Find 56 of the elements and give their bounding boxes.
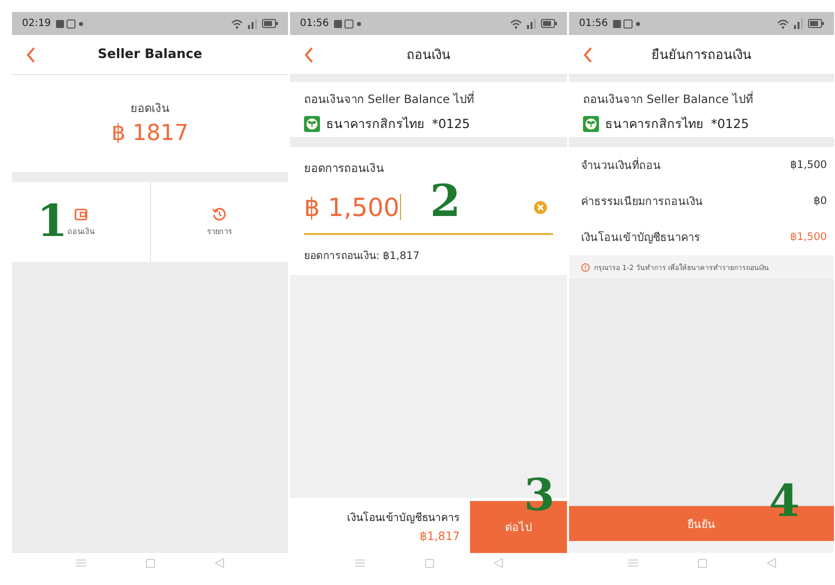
summary-value: ฿1,500 (790, 159, 827, 171)
step-number: 2 (430, 180, 461, 224)
menu-icon[interactable] (76, 559, 86, 567)
history-icon (212, 207, 226, 221)
info-icon (581, 262, 590, 272)
clear-icon[interactable] (534, 200, 547, 214)
available-amount: ยอดการถอนเงิน: ฿1,817 (304, 249, 421, 264)
summary-value: ฿1,500 (790, 231, 827, 243)
wifi-icon (510, 18, 522, 28)
back-icon[interactable] (304, 47, 314, 63)
notification-icons (334, 18, 362, 28)
back-icon[interactable] (26, 47, 36, 63)
back-triangle-icon[interactable] (766, 558, 776, 568)
back-icon[interactable] (583, 47, 593, 63)
bank-logo-icon (304, 116, 320, 132)
screen-title: ยืนยันการถอนเงิน (652, 47, 752, 65)
menu-icon[interactable] (628, 559, 638, 567)
notification-icons (56, 18, 84, 28)
battery-icon (262, 19, 278, 28)
screen-title: ถอนเงิน (406, 47, 450, 65)
transfer-label: เงินโอนเข้าบัญชีธนาคาร (347, 510, 460, 526)
summary-value: ฿0 (814, 195, 827, 207)
menu-icon[interactable] (354, 559, 364, 567)
signal-icon (794, 18, 803, 28)
text-cursor (400, 194, 402, 220)
amount-field[interactable]: ฿ 1,500 (304, 192, 402, 222)
wifi-icon (777, 18, 789, 28)
screen-title: Seller Balance (98, 47, 202, 62)
status-time: 01:56 (300, 18, 329, 29)
step-number: 1 (37, 200, 68, 244)
back-triangle-icon[interactable] (494, 558, 502, 568)
balance-label: ยอดเงิน (130, 100, 170, 117)
wallet-icon (74, 208, 88, 220)
battery-icon (541, 19, 557, 28)
transfer-source-text: ถอนเงินจาก Seller Balance ไปที่ (304, 90, 476, 108)
bank-logo-icon (583, 116, 599, 132)
home-icon[interactable] (698, 558, 706, 568)
signal-icon (527, 18, 536, 28)
transfer-amount: ฿1,817 (420, 528, 460, 542)
summary-label: ค่าธรรมเนียมการถอนเงิน (581, 194, 703, 210)
battery-icon (808, 19, 824, 28)
signal-icon (248, 18, 257, 28)
amount-label: ยอดการถอนเงิน (304, 160, 385, 177)
home-icon[interactable] (424, 558, 434, 568)
status-time: 01:56 (579, 18, 608, 29)
back-triangle-icon[interactable] (215, 558, 224, 568)
home-icon[interactable] (146, 558, 155, 568)
status-time: 02:19 (22, 18, 51, 29)
bank-account: ธนาคารกสิกรไทย *0125 (605, 115, 750, 133)
wifi-icon (231, 18, 243, 28)
bank-account: ธนาคารกสิกรไทย *0125 (326, 115, 470, 133)
transfer-source-text: ถอนเงินจาก Seller Balance ไปที่ (583, 90, 754, 108)
summary-label: เงินโอนเข้าบัญชีธนาคาร (581, 230, 700, 246)
summary-label: จำนวนเงินที่ถอน (581, 156, 661, 174)
notification-icons (612, 18, 641, 28)
balance-amount: ฿ 1817 (112, 121, 188, 146)
